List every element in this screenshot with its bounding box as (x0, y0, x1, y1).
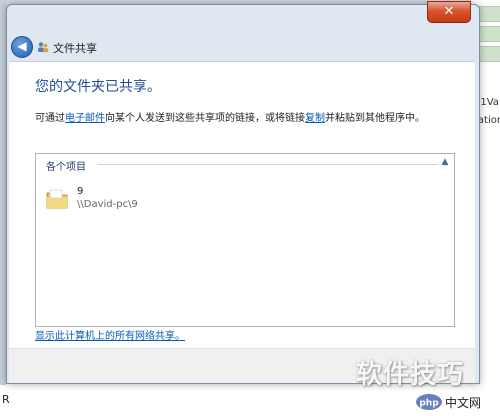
copy-link[interactable]: 复制 (305, 113, 325, 124)
svg-text:php: php (419, 399, 439, 409)
share-description: 可通过电子邮件向某个人发送到这些共享项的链接，或将链接复制并粘贴到其他程序中。 (35, 109, 425, 124)
description-text: 可通过 (35, 113, 65, 124)
close-button[interactable]: ✕ (427, 1, 471, 23)
item-name: 9 (77, 186, 84, 197)
watermark-text: 软件技巧 (356, 360, 465, 390)
list-item[interactable]: 9 \\David-pc\9 (46, 184, 246, 214)
title-bar: ◀ 文件共享 (7, 29, 479, 61)
file-sharing-dialog: ✕ ◀ 文件共享 您的文件夹已共享。 可通过电子邮件向某个人发送到这些共享项的链… (6, 1, 480, 384)
php-logo: php 中文网 (416, 394, 481, 410)
svg-text:中文网: 中文网 (445, 395, 481, 410)
show-all-shares-link[interactable]: 显示此计算机上的所有网络共享。 (35, 327, 185, 342)
page-title: 您的文件夹已共享。 (35, 79, 161, 95)
background-label: R (2, 393, 10, 406)
email-link[interactable]: 电子邮件 (65, 113, 105, 124)
header-divider (98, 164, 438, 165)
item-network-path: \\David-pc\9 (77, 199, 138, 210)
window-title: 文件共享 (53, 42, 97, 55)
collapse-chevron-icon[interactable]: ▲ (440, 157, 450, 167)
items-group-header[interactable]: 各个项目 ▲ (36, 154, 454, 173)
description-text: 并粘贴到其他程序中。 (325, 113, 425, 124)
shared-items-list: 各个项目 ▲ 9 \\David-pc\9 (35, 153, 455, 327)
share-users-icon (38, 42, 49, 53)
items-group-label: 各个项目 (46, 158, 89, 173)
dialog-content: 您的文件夹已共享。 可通过电子邮件向某个人发送到这些共享项的链接，或将链接复制并… (9, 61, 475, 349)
description-text: 向某个人发送到这些共享项的链接，或将链接 (105, 113, 305, 124)
back-arrow-icon[interactable]: ◀ (11, 36, 33, 58)
folder-icon (46, 189, 68, 209)
